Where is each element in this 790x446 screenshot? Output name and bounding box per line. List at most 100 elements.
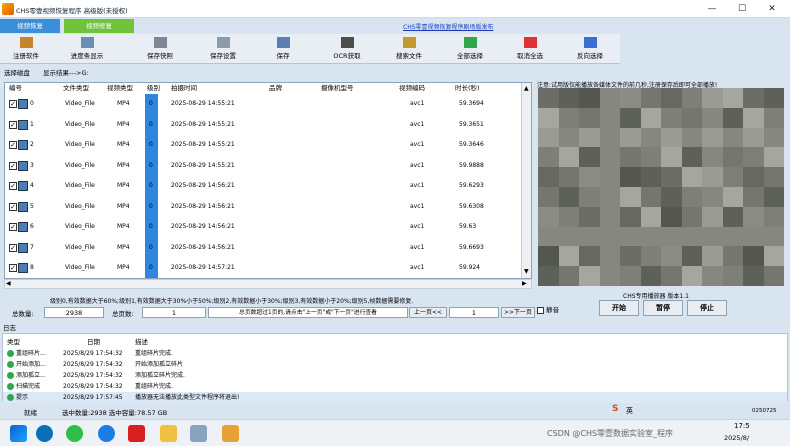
preview-pixel-block: [702, 266, 723, 286]
result-path-label: 显示结果--->G:: [43, 69, 89, 77]
toolbar-button-0[interactable]: 注册软件: [6, 34, 46, 64]
chs-app-taskbar-icon[interactable]: [222, 425, 239, 442]
row-checkbox[interactable]: ✓: [9, 223, 17, 231]
toolbar-button-7[interactable]: 全部选择: [450, 34, 490, 64]
preview-pixel-block: [620, 167, 641, 188]
preview-pixel-block: [763, 107, 784, 128]
edge-icon[interactable]: [36, 425, 53, 442]
toolbar-button-1[interactable]: 进度条显示: [62, 34, 112, 64]
table-vertical-scrollbar[interactable]: ▲ ▼: [521, 83, 531, 278]
start-button[interactable]: 开始: [599, 300, 639, 316]
column-header-6[interactable]: 摄像机型号: [321, 83, 354, 94]
release-notice-link[interactable]: CHS零壹视频恢复程序剧场版发布: [403, 22, 494, 31]
toolbar-button-8[interactable]: 取消全选: [508, 34, 552, 64]
mute-checkbox-box[interactable]: [537, 306, 544, 314]
table-row[interactable]: ✓ 5 Video_File MP4 0 2025-08-29 14:56:21 avc1 5…: [5, 196, 520, 217]
table-row[interactable]: ✓ 8 Video_File MP4 0 2025-08-29 14:57:21 avc1 5…: [5, 258, 520, 278]
table-row[interactable]: ✓ 0 Video_File MP4 0 2025-08-29 14:55:21 avc1 5…: [5, 94, 520, 115]
wps-icon[interactable]: [128, 425, 145, 442]
table-row[interactable]: ✓ 1 Video_File MP4 0 2025-08-29 14:55:21 avc1 5…: [5, 114, 520, 135]
toolbar-button-9[interactable]: 反向选择: [568, 34, 612, 64]
preview-pixel-block: [620, 147, 641, 168]
preview-pixel-block: [599, 206, 621, 227]
mute-checkbox[interactable]: 静音: [537, 304, 559, 314]
row-video-type: MP4: [117, 120, 130, 128]
clock-date: 2025/8/: [724, 434, 750, 442]
row-checkbox[interactable]: ✓: [9, 141, 17, 149]
preview-pixel-block: [640, 187, 662, 207]
table-row[interactable]: ✓ 2 Video_File MP4 0 2025-08-29 14:55:21 avc1 5…: [5, 135, 520, 156]
scroll-down-icon[interactable]: ▼: [524, 268, 529, 275]
progress-icon: [80, 37, 94, 48]
preview-pixel-block: [702, 167, 723, 188]
tab-video-recovery[interactable]: 视频恢复: [0, 19, 60, 33]
log-row[interactable]: 提示 2025/8/29 17:57:45 播放器无法播放此类型文件程序将退出!: [3, 392, 787, 403]
row-checkbox[interactable]: ✓: [9, 161, 17, 170]
browser-icon[interactable]: [98, 425, 115, 442]
windows-start-icon[interactable]: [10, 425, 27, 442]
column-header-7[interactable]: 视频编码: [399, 83, 425, 94]
preview-pixel-block: [640, 206, 662, 227]
preview-pixel-block: [702, 246, 723, 267]
toolbar-button-6[interactable]: 搜索文件: [390, 34, 428, 64]
next-page-button[interactable]: >>下一页: [501, 307, 535, 318]
select-disk-label[interactable]: 选择磁盘: [4, 67, 30, 77]
stop-button[interactable]: 停止: [687, 300, 727, 316]
table-row[interactable]: ✓ 6 Video_File MP4 0 2025-08-29 14:56:21 avc1 5…: [5, 217, 520, 238]
preview-pixel-block: [763, 246, 784, 267]
column-header-8[interactable]: 时长(秒): [455, 83, 480, 94]
pause-button[interactable]: 暂停: [643, 300, 683, 316]
preview-pixel-block: [681, 206, 703, 227]
row-checkbox[interactable]: ✓: [9, 243, 17, 252]
column-header-2[interactable]: 视频类型: [107, 83, 133, 94]
preview-pixel-block: [640, 127, 662, 148]
log-type: 提示: [16, 394, 29, 401]
column-header-3[interactable]: 级别: [147, 83, 160, 94]
table-horizontal-scrollbar[interactable]: ◀ ▶: [4, 279, 532, 289]
log-row[interactable]: 扫描完成 2025/8/29 17:54:32 重组碎片完成.: [3, 381, 787, 392]
toolbar-button-label: 搜索文件: [396, 52, 422, 60]
scroll-left-icon[interactable]: ◀: [6, 280, 11, 287]
log-row[interactable]: 添加孤立... 2025/8/29 17:54:32 添加孤立碎片完成.: [3, 370, 787, 381]
preview-pixel-block: [681, 147, 703, 168]
column-header-5[interactable]: 品牌: [269, 83, 282, 94]
table-row[interactable]: ✓ 4 Video_File MP4 0 2025-08-29 14:56:21 avc1 5…: [5, 176, 520, 197]
preview-pixel-block: [681, 167, 703, 188]
ime-language[interactable]: 英: [626, 406, 633, 416]
page-number-input[interactable]: 1: [449, 307, 499, 318]
log-desc: 添加孤立碎片完成.: [135, 372, 185, 379]
column-header-4[interactable]: 拍摄时间: [171, 83, 197, 94]
row-checkbox[interactable]: ✓: [9, 120, 17, 129]
toolbar-button-2[interactable]: 保存快照: [138, 34, 182, 64]
tab-video-repair[interactable]: 视频修复: [64, 19, 134, 33]
row-file-type: Video_File: [65, 223, 95, 230]
file-explorer-icon[interactable]: [160, 425, 177, 442]
scroll-right-icon[interactable]: ▶: [522, 280, 527, 287]
preview-pixel-block: [681, 246, 703, 267]
toolbar-button-4[interactable]: 保存: [268, 34, 298, 64]
log-desc: 开始添加孤立碎片: [135, 361, 184, 368]
preview-pixel-block: [722, 147, 744, 168]
table-row[interactable]: ✓ 3 Video_File MP4 0 2025-08-29 14:55:21 avc1 5…: [5, 155, 520, 176]
close-icon[interactable]: ✕: [758, 0, 786, 18]
row-checkbox[interactable]: ✓: [9, 264, 17, 272]
row-checkbox[interactable]: ✓: [9, 182, 17, 190]
table-row[interactable]: ✓ 7 Video_File MP4 0 2025-08-29 14:56:21 avc1 5…: [5, 237, 520, 258]
log-row[interactable]: 重组碎片... 2025/8/29 17:54:32 重组碎片完成.: [3, 348, 787, 359]
scroll-up-icon[interactable]: ▲: [524, 85, 529, 92]
file-thumbnail-icon: [18, 242, 28, 253]
window-title: CHS零壹视频恢复程序 高级版(未授权): [16, 7, 128, 15]
log-row[interactable]: 开始添加... 2025/8/29 17:54:32 开始添加孤立碎片: [3, 359, 787, 370]
toolbar-button-5[interactable]: OCR获取: [326, 34, 368, 64]
row-checkbox[interactable]: ✓: [9, 100, 17, 108]
row-level-bar: 0: [145, 94, 158, 115]
prev-page-button[interactable]: 上一页<<: [409, 307, 447, 318]
minimize-icon[interactable]: —: [698, 0, 726, 18]
app-window-icon[interactable]: [190, 425, 207, 442]
wechat-icon[interactable]: [66, 425, 83, 442]
toolbar-button-3[interactable]: 保存设置: [198, 34, 248, 64]
maximize-icon[interactable]: ☐: [728, 0, 756, 18]
row-checkbox[interactable]: ✓: [9, 202, 17, 211]
column-header-1[interactable]: 文件类型: [63, 83, 89, 94]
column-header-0[interactable]: 编号: [9, 83, 22, 94]
